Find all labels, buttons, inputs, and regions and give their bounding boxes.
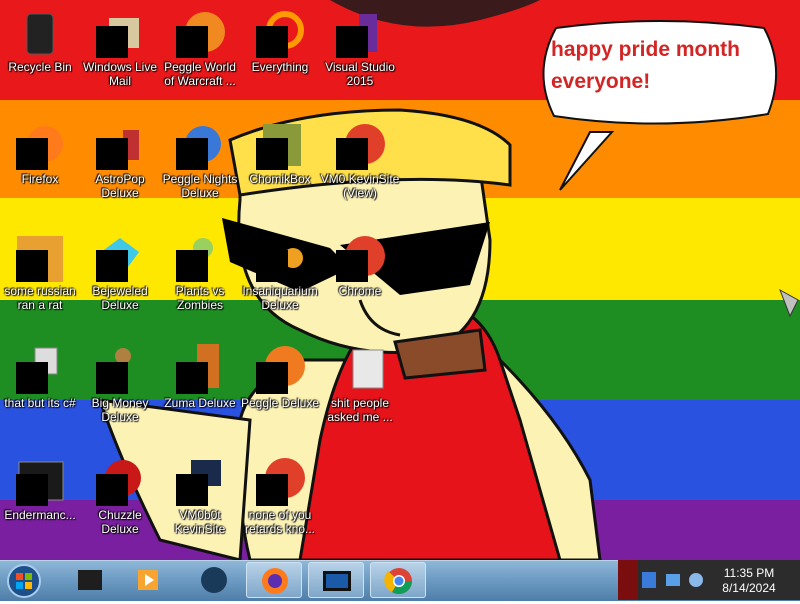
taskbar-clock[interactable]: 11:35 PM 8/14/2024 (706, 566, 792, 596)
desktop-icon-label: Windows Live Mail (82, 60, 158, 88)
desktop-icon-label: Zuma Deluxe (164, 396, 236, 410)
redaction-box (176, 250, 208, 282)
taskbar-explorer-button[interactable] (62, 562, 118, 598)
desktop-icon-label: VM0 KevinSite (View) (320, 172, 400, 200)
desktop-icon-label: Plants vs Zombies (175, 284, 225, 312)
desktop-icon-bejeweled[interactable]: Bejeweled Deluxe (80, 228, 160, 338)
desktop-icon-peggle-nights[interactable]: Peggle Nights Deluxe (160, 116, 240, 226)
desktop-icon-label: some russian ran a rat (4, 284, 76, 312)
redaction-box (336, 138, 368, 170)
desktop-icon-label: Recycle Bin (8, 60, 72, 74)
taskbar-globe-button[interactable] (186, 562, 242, 598)
desktop-icon-chomikbox[interactable]: ChomikBox (240, 116, 320, 226)
desktop-icon-endermanc[interactable]: Endermanc... (0, 452, 80, 560)
monitor-icon (323, 571, 351, 591)
speech-line-1: happy pride month (551, 38, 740, 61)
speech-line-2: everyone! (551, 70, 651, 93)
redaction-box (176, 362, 208, 394)
desktop-icon-shit-people-asked-me[interactable]: shit people asked me ... (320, 340, 400, 450)
desktop-icon-chrome[interactable]: Chrome (320, 228, 400, 338)
desktop-icon-label: Insaniquarium Deluxe (242, 284, 318, 312)
desktop: happy pride month everyone! Recycle Bin … (0, 0, 800, 560)
desktop-icon-label: Peggle Nights Deluxe (162, 172, 238, 200)
clock-time: 11:35 PM (723, 566, 775, 580)
firefox-icon (262, 568, 288, 594)
desktop-icon-visual-studio[interactable]: Visual Studio 2015 (320, 4, 400, 114)
desktop-icon-label: none of you retards kno... (244, 508, 316, 536)
redaction-box (256, 362, 288, 394)
speech-bubble-text: happy pride month everyone! (551, 34, 771, 98)
desktop-icon-label: AstroPop Deluxe (95, 172, 145, 200)
play-icon (138, 570, 158, 590)
redaction-box (256, 474, 288, 506)
desktop-icon-peggle-wow[interactable]: Peggle World of Warcraft ... (160, 4, 240, 114)
desktop-icon-recycle-bin[interactable]: Recycle Bin (0, 4, 80, 114)
redaction-box (96, 362, 128, 394)
desktop-icon-chuzzle[interactable]: Chuzzle Deluxe (80, 452, 160, 560)
desktop-icon-label: Visual Studio 2015 (325, 60, 395, 88)
redaction-box (336, 26, 368, 58)
redaction-box (176, 138, 208, 170)
desktop-icon-label: VM0b0t KevinSite (174, 508, 226, 536)
folder-icon (78, 570, 102, 590)
desktop-icon-label: Peggle World of Warcraft ... (164, 60, 236, 88)
desktop-icon-label: Peggle Deluxe (240, 396, 320, 410)
desktop-icon-label: ChomikBox (249, 172, 311, 186)
redaction-box (96, 250, 128, 282)
globe-icon (201, 567, 227, 593)
desktop-icon-vm0-kevinsite-view[interactable]: VM0 KevinSite (View) (320, 116, 400, 226)
desktop-icon-vm0b0t-kevinsite[interactable]: VM0b0t KevinSite (160, 452, 240, 560)
taskbar-chrome-button[interactable] (370, 562, 426, 598)
redaction-box (336, 250, 368, 282)
redaction-box (256, 250, 288, 282)
recycle-bin-icon (26, 13, 54, 55)
desktop-icon-label: Firefox (21, 172, 59, 186)
desktop-icon-insaniquarium[interactable]: Insaniquarium Deluxe (240, 228, 320, 338)
redaction-box (16, 474, 48, 506)
redaction-box (176, 26, 208, 58)
desktop-icon-windows-live-mail[interactable]: Windows Live Mail (80, 4, 160, 114)
desktop-icon-astropop[interactable]: AstroPop Deluxe (80, 116, 160, 226)
redaction-box (16, 250, 48, 282)
tray-network-icon (689, 573, 703, 587)
start-button[interactable] (6, 563, 42, 599)
desktop-icon-label: that but its c# (4, 396, 76, 410)
desktop-icon-zuma[interactable]: Zuma Deluxe (160, 340, 240, 450)
tray-icons (642, 572, 703, 588)
redaction-box (96, 26, 128, 58)
taskbar-monitor-button[interactable] (308, 562, 364, 598)
desktop-icon-label: Endermanc... (4, 508, 76, 522)
desktop-icon-label: shit people asked me ... (327, 396, 393, 424)
tray-overflow-area[interactable] (618, 560, 638, 600)
desktop-icon-plants-vs-zombies[interactable]: Plants vs Zombies (160, 228, 240, 338)
redaction-box (16, 138, 48, 170)
chrome-icon (384, 568, 413, 595)
redaction-box (256, 138, 288, 170)
desktop-icon-label: Everything (251, 60, 309, 74)
redaction-box (16, 362, 48, 394)
desktop-icon-everything[interactable]: Everything (240, 4, 320, 114)
desktop-icon-none-of-you[interactable]: none of you retards kno... (240, 452, 320, 560)
desktop-icon-firefox[interactable]: Firefox (0, 116, 80, 226)
desktop-icon-that-but-its-csharp[interactable]: that but its c# (0, 340, 80, 450)
tray-monitor-icon (666, 574, 680, 586)
folder-icon (352, 349, 384, 389)
desktop-icon-some-russian-ran-a-rat[interactable]: some russian ran a rat (0, 228, 80, 338)
redaction-box (96, 474, 128, 506)
redaction-box (96, 138, 128, 170)
desktop-icon-label: Chrome (338, 284, 382, 298)
tray-app-icon (642, 572, 656, 588)
redaction-box (176, 474, 208, 506)
clock-date: 8/14/2024 (722, 581, 776, 595)
redaction-box (256, 26, 288, 58)
desktop-icon-label: Bejeweled Deluxe (92, 284, 148, 312)
desktop-icon-label: Chuzzle Deluxe (98, 508, 142, 536)
taskbar-media-player-button[interactable] (120, 562, 176, 598)
desktop-icon-label: Big Money Deluxe (91, 396, 149, 424)
taskbar-firefox-button[interactable] (246, 562, 302, 598)
desktop-icon-big-money[interactable]: Big Money Deluxe (80, 340, 160, 450)
desktop-icon-peggle-deluxe[interactable]: Peggle Deluxe (240, 340, 320, 450)
